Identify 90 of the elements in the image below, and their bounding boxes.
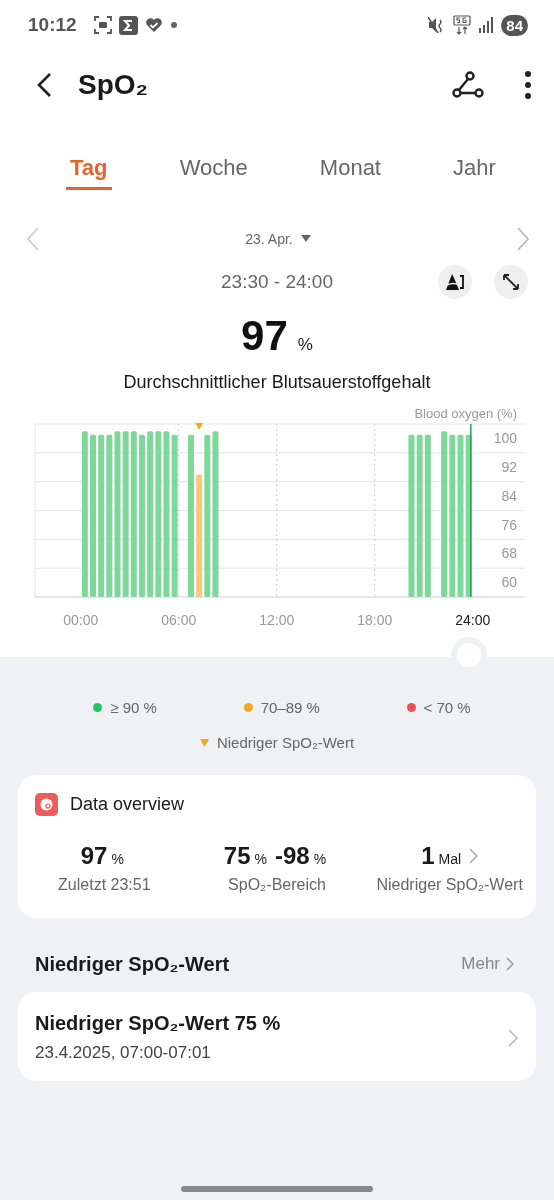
axis-label: 18:00 [357,612,393,628]
dropdown-icon [300,235,311,243]
legend-label: < 70 % [423,699,471,716]
bar[interactable] [122,431,129,597]
chevron-icon [508,1028,518,1047]
more-options-icon[interactable] [524,70,532,100]
stat-unit: Mal [438,851,462,867]
bar[interactable] [155,431,162,597]
event-title: Niedriger SpO₂-Wert 75 % [35,1012,282,1035]
reading-value: 97 [241,312,288,359]
period-tab[interactable]: Monat [315,148,385,190]
expand-button[interactable] [494,265,528,299]
bar[interactable] [416,434,423,597]
stat-unit: % [254,851,267,867]
bar[interactable] [163,431,170,597]
bar[interactable] [90,434,96,597]
notification-dot-icon [169,21,178,29]
bar[interactable] [196,474,203,597]
bar[interactable] [147,431,154,597]
page-title: SpO₂ [78,69,149,101]
sigma-icon [118,15,138,35]
stat-value: -98 [275,842,310,870]
stat-value: 1 [421,842,435,870]
heart-icon [144,17,163,33]
axis-label: 00:00 [63,612,99,628]
section-title: Niedriger SpO₂-Wert [35,952,230,976]
stat-value: 75 [223,842,251,870]
reading-caption: Durchschnittlicher Blutsauerstoffgehalt [122,372,432,393]
event-time: 23.4.2025, 07:00-07:01 [35,1043,212,1063]
bar[interactable] [98,434,105,597]
axis-label: 12:00 [259,612,295,628]
period-tab[interactable]: Tag [66,148,112,190]
stat-unit: % [313,851,327,867]
legend-label: Niedriger SpO₂-Wert [216,734,355,751]
status-time: 10:12 [28,14,77,36]
bar[interactable] [106,434,113,597]
back-icon[interactable] [36,72,52,98]
axis-label: 60 [501,574,517,591]
home-indicator[interactable] [181,1186,373,1192]
axis-label: 68 [501,545,517,562]
bar[interactable] [139,434,145,597]
chevron-icon[interactable] [469,848,479,864]
bar[interactable] [130,431,137,597]
stat-label: Zuletzt 23:51 [57,876,152,894]
mountain-icon [445,273,465,291]
oxygen-icon [35,793,58,816]
bar[interactable] [408,434,415,597]
next-icon[interactable] [516,226,530,252]
stat-value: 97 [80,842,108,870]
event-card[interactable]: Niedriger SpO₂-Wert 75 % 23.4.2025, 07:00-07:01 [18,992,536,1081]
stat-label: Niedriger SpO₂-Wert [375,876,524,894]
stat-label: SpO₂-Bereich [227,876,327,894]
stat-unit: % [111,851,124,867]
axis-label: 84 [501,487,517,504]
bar[interactable] [441,431,448,597]
bar[interactable] [81,431,88,597]
reading-unit: % [297,335,313,354]
screenshot-icon [93,16,112,34]
mobile-data-icon [453,15,472,35]
more-link[interactable]: Mehr [461,954,514,974]
axis-label: 24:00 [455,612,491,628]
sleep-button[interactable] [438,265,472,299]
bar[interactable] [212,431,219,597]
previous-icon[interactable] [26,226,40,252]
bar[interactable] [424,434,431,597]
axis-label: 100 [493,430,517,446]
date-picker[interactable]: 23. Apr. [239,230,317,248]
axis-label: 06:00 [161,612,197,628]
bar[interactable] [171,434,178,597]
period-tab[interactable]: Jahr [449,148,500,190]
signal-icon [479,17,494,33]
bar[interactable] [449,434,456,597]
axis-label: 92 [501,458,517,475]
legend-label: 70–89 % [260,699,320,716]
bar[interactable] [204,434,211,597]
chevron-icon [506,957,514,971]
legend-label: ≥ 90 % [110,699,157,716]
low-marker-icon [199,738,209,747]
bar[interactable] [188,434,194,597]
card-title: Data overview [70,794,185,815]
bar[interactable] [465,434,472,597]
axis-title: Blood oxygen (%) [414,407,517,421]
expand-icon [502,273,520,291]
axis-label: 76 [501,516,517,533]
share-icon[interactable] [452,71,484,99]
time-range: 23:30 - 24:00 [221,271,333,293]
period-tab[interactable]: Woche [175,148,252,190]
battery-level: 84 [501,14,528,36]
bar[interactable] [114,431,121,597]
bar[interactable] [457,434,464,597]
